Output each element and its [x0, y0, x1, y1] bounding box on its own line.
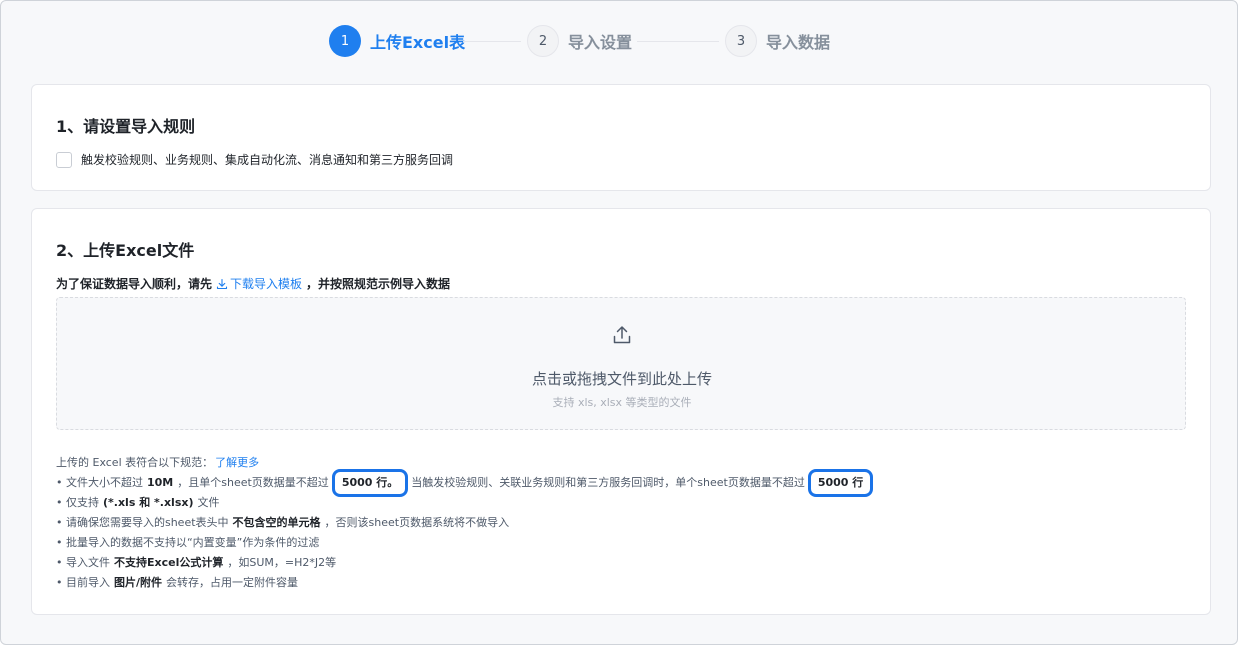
- dropzone-title: 点击或拖拽文件到此处上传: [531, 370, 712, 388]
- step-number: 1: [329, 25, 361, 57]
- download-template-link[interactable]: 下载导入模板: [216, 275, 302, 292]
- section-title: 1、请设置导入规则: [56, 117, 196, 136]
- rule-text: • 目前导入: [56, 576, 110, 589]
- rule-bold: 10M: [146, 476, 174, 489]
- highlighted-row-limit: 5000 行: [807, 469, 874, 497]
- intro-text: 为了保证数据导入顺利，请先: [56, 277, 213, 291]
- step-label: 上传Excel表: [370, 33, 466, 52]
- dropzone-subtitle: 支持 xls, xlsx 等类型的文件: [552, 396, 692, 409]
- upload-rules-list: 上传的 Excel 表符合以下规范： 了解更多 • 文件大小不超过 10M ，且…: [56, 453, 876, 593]
- rule-builtin-variable: • 批量导入的数据不支持以“内置变量”作为条件的过滤: [56, 533, 876, 553]
- download-template-label: 下载导入模板: [230, 277, 303, 291]
- rule-bold: 不支持Excel公式计算: [114, 556, 224, 569]
- step-label: 导入设置: [568, 33, 633, 52]
- rule-formula: • 导入文件 不支持Excel公式计算 ，如SUM，=H2*J2等: [56, 553, 876, 573]
- rule-text: • 导入文件: [56, 556, 110, 569]
- section-title: 2、上传Excel文件: [56, 241, 195, 260]
- step-number: 2: [527, 25, 559, 57]
- rule-text: ，否则该sheet页数据系统将不做导入: [324, 516, 510, 529]
- rule-text: • 批量导入的数据不支持以“内置变量”作为条件的过滤: [56, 536, 320, 549]
- step-connector: [463, 41, 521, 42]
- file-dropzone[interactable]: 点击或拖拽文件到此处上传 支持 xls, xlsx 等类型的文件: [56, 297, 1186, 430]
- rule-bold: 图片/附件: [114, 576, 163, 589]
- download-icon: [216, 278, 228, 289]
- import-rules-card: 1、请设置导入规则 触发校验规则、业务规则、集成自动化流、消息通知和第三方服务回…: [31, 84, 1211, 191]
- highlighted-row-limit: 5000 行。: [331, 469, 409, 497]
- app-window: 1 上传Excel表 2 导入设置 3 导入数据 1、请设置导入规则 触发校验规…: [0, 0, 1238, 645]
- rule-text: • 文件大小不超过: [56, 476, 143, 489]
- rule-file-type: • 仅支持 (*.xls 和 *.xlsx) 文件: [56, 493, 876, 513]
- rule-attachments: • 目前导入 图片/附件 会转存，占用一定附件容量: [56, 573, 876, 593]
- upload-intro: 为了保证数据导入顺利，请先 下载导入模板 ，并按照规范示例导入数据: [56, 275, 450, 292]
- rule-text: ，且单个sheet页数据量不超过: [177, 476, 329, 489]
- step-upload[interactable]: 1 上传Excel表: [329, 25, 465, 57]
- rules-intro-text: 上传的 Excel 表符合以下规范：: [56, 456, 214, 469]
- step-settings[interactable]: 2 导入设置: [527, 25, 632, 57]
- rule-text: • 请确保您需要导入的sheet表头中: [56, 516, 229, 529]
- rule-text: ，如SUM，=H2*J2等: [227, 556, 337, 569]
- import-stepper: 1 上传Excel表 2 导入设置 3 导入数据: [1, 23, 1238, 63]
- rule-bold: (*.xls 和 *.xlsx): [103, 496, 194, 509]
- upload-excel-card: 2、上传Excel文件 为了保证数据导入顺利，请先 下载导入模板 ，并按照规范示…: [31, 208, 1211, 615]
- rule-bold: 不包含空的单元格: [232, 516, 321, 529]
- step-number: 3: [725, 25, 757, 57]
- step-label: 导入数据: [766, 33, 831, 52]
- trigger-rules-checkbox[interactable]: [56, 151, 72, 168]
- rule-text: 会转存，占用一定附件容量: [166, 576, 299, 589]
- checkbox-label: 触发校验规则、业务规则、集成自动化流、消息通知和第三方服务回调: [81, 153, 454, 167]
- step-import-data[interactable]: 3 导入数据: [725, 25, 830, 57]
- rule-header-cells: • 请确保您需要导入的sheet表头中 不包含空的单元格 ，否则该sheet页数…: [56, 513, 876, 533]
- rules-intro: 上传的 Excel 表符合以下规范： 了解更多: [56, 453, 876, 473]
- step-connector: [637, 41, 719, 42]
- rule-text: 当触发校验规则、关联业务规则和第三方服务回调时，单个sheet页数据量不超过: [411, 476, 805, 489]
- intro-text-after: ，并按照规范示例导入数据: [306, 277, 451, 291]
- learn-more-link[interactable]: 了解更多: [215, 453, 259, 473]
- upload-icon: [613, 326, 631, 344]
- trigger-rules-option[interactable]: 触发校验规则、业务规则、集成自动化流、消息通知和第三方服务回调: [56, 151, 453, 168]
- rule-text: • 仅支持: [56, 496, 99, 509]
- rule-file-size: • 文件大小不超过 10M ，且单个sheet页数据量不超过 5000 行。 当…: [56, 469, 876, 497]
- rule-text: 文件: [197, 496, 220, 509]
